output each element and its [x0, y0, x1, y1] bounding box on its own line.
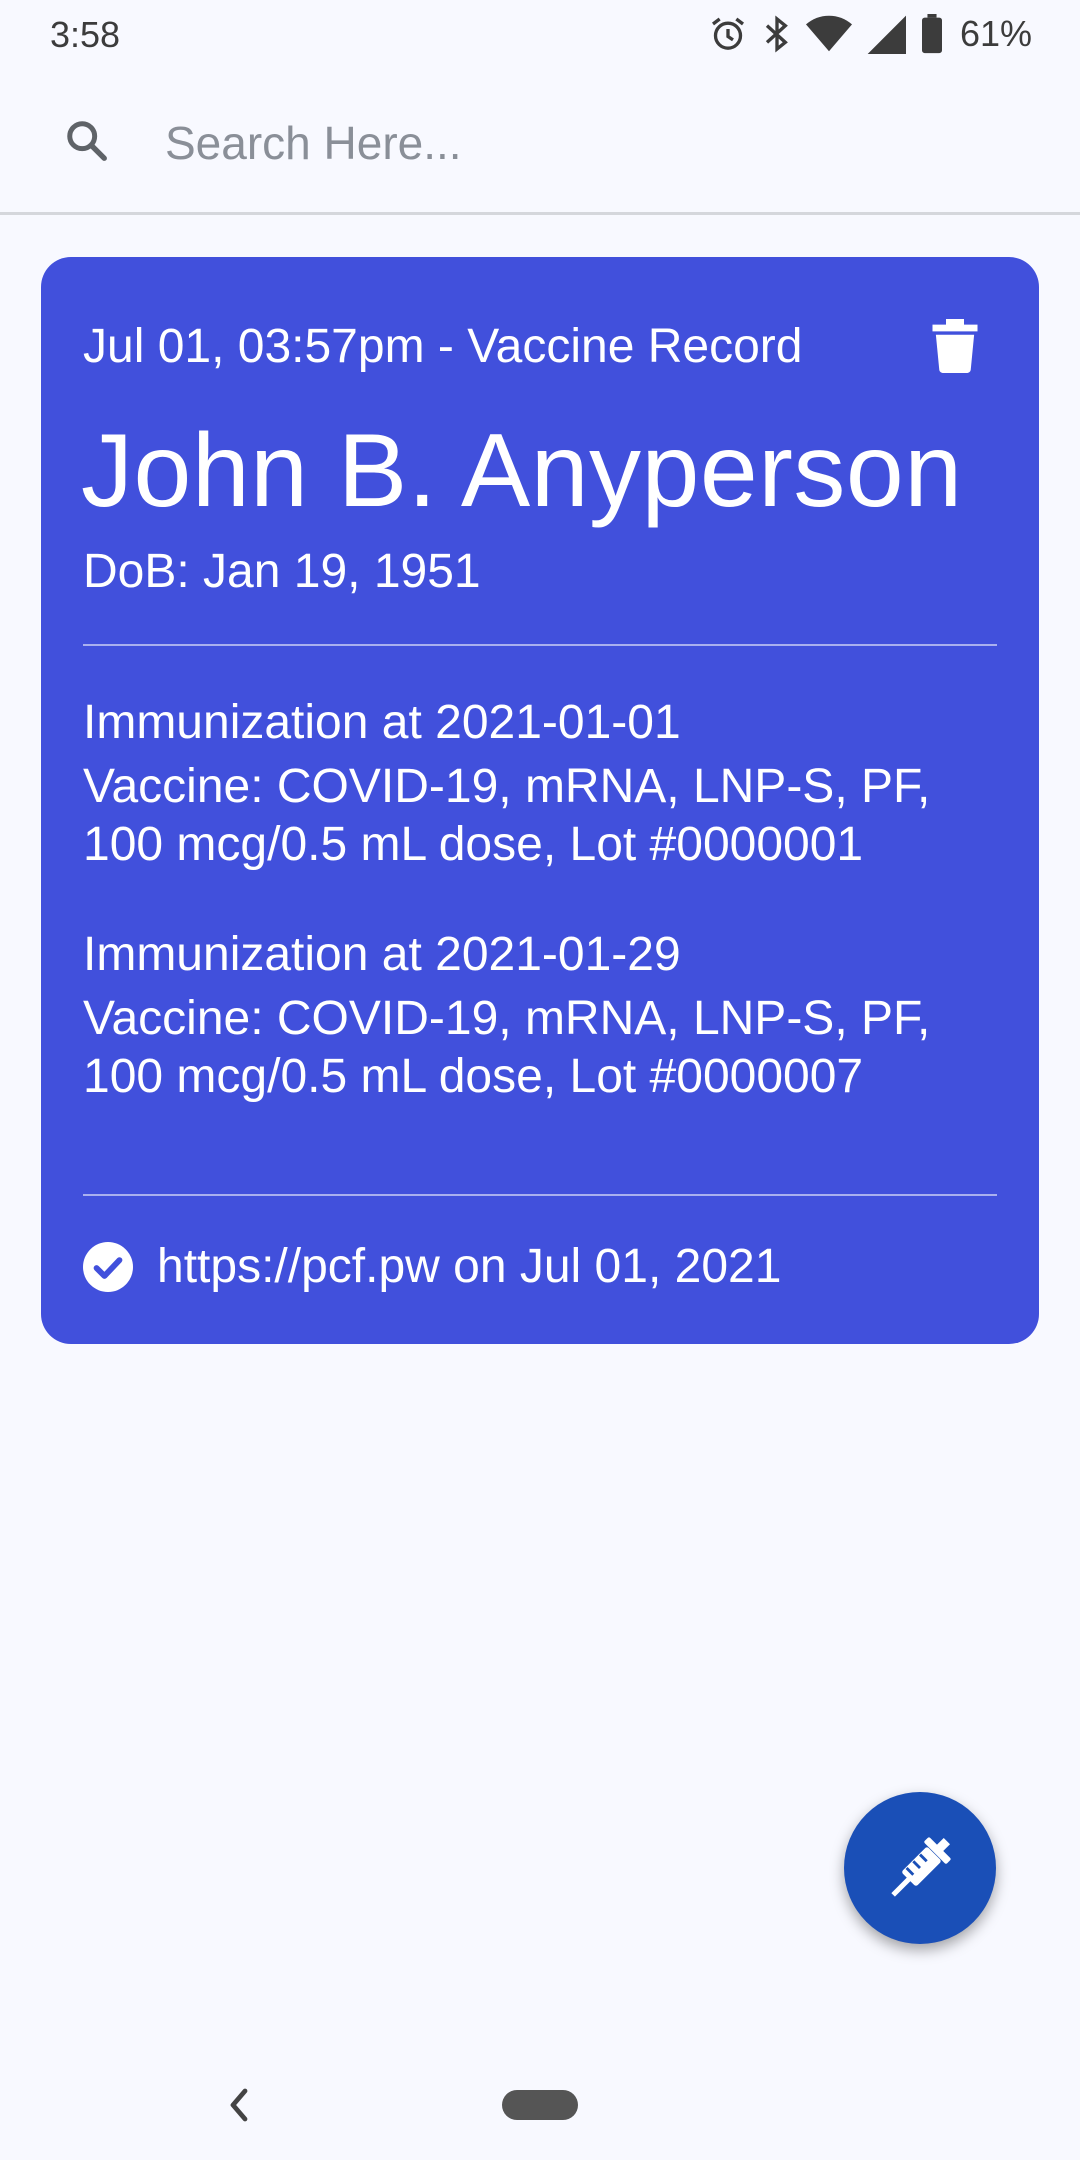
immunization-vaccine: Vaccine: COVID-19, mRNA, LNP-S, PF, 100 …: [83, 990, 1003, 1106]
signal-icon: [867, 15, 906, 54]
vaccine-line: 100 mcg/0.5 mL dose, Lot #0000001: [83, 818, 864, 871]
card-divider-top: [83, 644, 997, 646]
search-divider: [0, 212, 1080, 215]
home-pill[interactable]: [502, 2090, 578, 2120]
vaccine-record-card[interactable]: Jul 01, 03:57pm - Vaccine Record John B.…: [41, 257, 1039, 1344]
vaccine-line: Vaccine: COVID-19, mRNA, LNP-S, PF,: [83, 760, 931, 813]
back-icon[interactable]: [222, 2085, 256, 2125]
status-bar: 3:58 61%: [0, 0, 1080, 70]
immunization-title: Immunization at 2021-01-01: [83, 696, 681, 749]
verification-text: https://pcf.pw on Jul 01, 2021: [157, 1240, 782, 1293]
alarm-icon: [711, 17, 744, 50]
card-divider-bottom: [83, 1194, 997, 1196]
wifi-icon: [805, 15, 852, 52]
search-icon[interactable]: [64, 118, 110, 164]
record-header: Jul 01, 03:57pm - Vaccine Record: [83, 320, 803, 373]
battery-icon: [921, 14, 942, 54]
bluetooth-icon: [765, 15, 788, 53]
trash-icon[interactable]: [931, 319, 979, 373]
immunization-title: Immunization at 2021-01-29: [83, 928, 681, 981]
check-circle-icon: [83, 1241, 133, 1292]
search-bar: [0, 72, 1080, 212]
immunization-vaccine: Vaccine: COVID-19, mRNA, LNP-S, PF, 100 …: [83, 758, 1003, 874]
status-icons: 61%: [708, 12, 1032, 56]
patient-dob: DoB: Jan 19, 1951: [83, 545, 481, 598]
battery-percent: 61%: [959, 13, 1032, 54]
immunization-entry: Immunization at 2021-01-01 Vaccine: COVI…: [83, 694, 1003, 874]
syringe-icon: [891, 1837, 951, 1897]
status-time: 3:58: [50, 14, 121, 55]
verification-row: https://pcf.pw on Jul 01, 2021: [83, 1239, 781, 1294]
navigation-bar: [0, 2040, 1080, 2160]
search-input[interactable]: [163, 102, 1017, 184]
immunization-entry: Immunization at 2021-01-29 Vaccine: COVI…: [83, 926, 1003, 1106]
vaccine-line: Vaccine: COVID-19, mRNA, LNP-S, PF,: [83, 992, 931, 1045]
vaccine-line: 100 mcg/0.5 mL dose, Lot #0000007: [83, 1050, 864, 1103]
add-vaccine-fab[interactable]: [844, 1792, 996, 1944]
patient-name: John B. Anyperson: [81, 413, 963, 529]
